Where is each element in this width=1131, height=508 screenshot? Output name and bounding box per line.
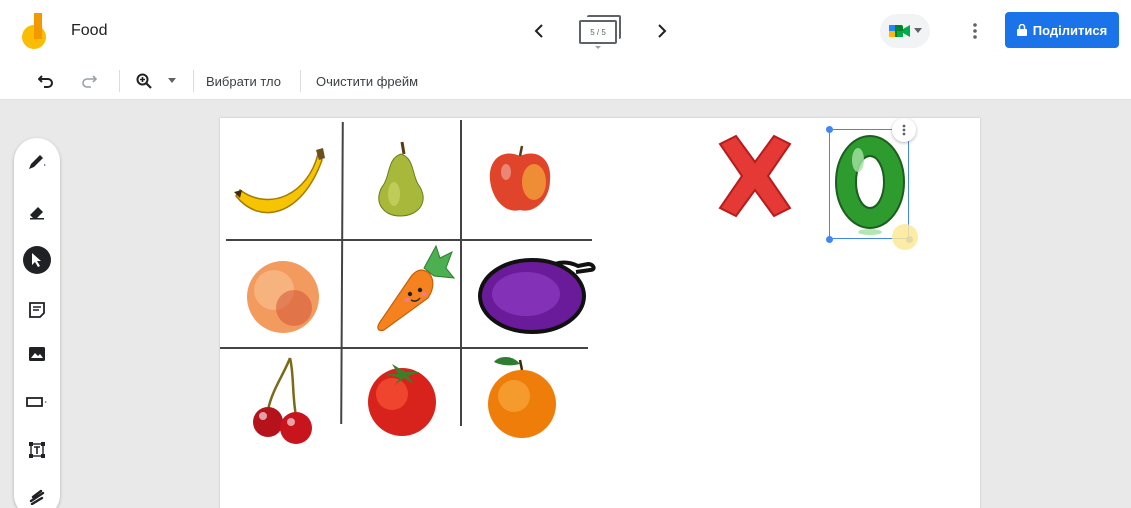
tool-rail xyxy=(14,138,60,508)
share-button[interactable]: Поділитися xyxy=(1005,12,1119,48)
resize-handle[interactable] xyxy=(826,236,833,243)
plum-image[interactable] xyxy=(478,246,604,336)
toolbar-divider xyxy=(193,70,194,92)
cursor-highlight xyxy=(892,224,918,250)
undo-button[interactable] xyxy=(34,70,58,92)
previous-frame-button[interactable] xyxy=(527,18,551,44)
text-box-tool-button[interactable] xyxy=(23,436,51,464)
tomato-image[interactable] xyxy=(362,358,442,438)
clear-frame-label: Очистити фрейм xyxy=(316,73,419,89)
more-options-button[interactable] xyxy=(965,18,985,44)
cherries-image[interactable] xyxy=(244,354,336,446)
grid-line-vertical xyxy=(340,121,344,425)
grid-line-vertical xyxy=(460,120,462,426)
caret-down-icon xyxy=(595,46,601,49)
x-mark-image[interactable] xyxy=(712,134,798,218)
image-tool-button[interactable] xyxy=(23,340,51,368)
rotate-handle[interactable] xyxy=(826,126,833,133)
carrot-image[interactable] xyxy=(370,242,456,334)
toolbar-divider xyxy=(300,70,301,92)
undo-icon xyxy=(38,75,53,88)
zoom-dropdown-button[interactable] xyxy=(165,70,179,92)
select-tool-button[interactable] xyxy=(23,246,51,274)
app-header: Food 5 / 5 Поділитися xyxy=(0,0,1131,62)
eraser-icon xyxy=(30,207,44,220)
pen-tool-button[interactable] xyxy=(23,148,51,176)
pen-icon xyxy=(29,155,46,169)
frame-counter-label: 5 / 5 xyxy=(579,20,617,44)
next-frame-button[interactable] xyxy=(650,18,674,44)
set-background-button[interactable]: Вибрати тло xyxy=(206,70,281,92)
meet-button[interactable] xyxy=(880,14,930,48)
chevron-right-icon xyxy=(658,24,667,38)
sticky-note-icon xyxy=(29,302,45,318)
pear-image[interactable] xyxy=(366,136,436,221)
shape-icon xyxy=(26,397,47,407)
banana-image[interactable] xyxy=(230,146,330,226)
selection-box xyxy=(829,129,909,239)
laser-tool-button[interactable] xyxy=(23,482,51,508)
zoom-icon xyxy=(136,73,152,89)
lock-icon xyxy=(1016,24,1027,36)
dropdown-icon xyxy=(168,78,176,83)
zoom-button[interactable] xyxy=(132,70,156,92)
apple-image[interactable] xyxy=(482,142,558,218)
share-button-label: Поділитися xyxy=(1032,22,1108,38)
document-title[interactable]: Food xyxy=(71,22,107,40)
jamboard-logo-icon[interactable] xyxy=(22,13,50,51)
select-icon xyxy=(32,253,41,267)
toolbar: Вибрати тло Очистити фрейм xyxy=(0,62,1131,100)
laser-icon xyxy=(29,489,45,505)
grid-line-horizontal xyxy=(220,347,588,349)
set-background-label: Вибрати тло xyxy=(206,73,282,89)
frame-bar-toggle[interactable]: 5 / 5 xyxy=(579,15,623,49)
redo-button[interactable] xyxy=(77,70,101,92)
text-box-icon xyxy=(29,442,45,458)
clear-frame-button[interactable]: Очистити фрейм xyxy=(316,70,418,92)
object-menu-button[interactable] xyxy=(892,118,916,142)
redo-icon xyxy=(82,75,97,88)
chevron-left-icon xyxy=(534,24,543,38)
google-meet-icon xyxy=(888,25,910,37)
board-canvas[interactable] xyxy=(220,118,980,508)
image-icon xyxy=(29,347,45,361)
peach-image[interactable] xyxy=(244,258,322,336)
toolbar-divider xyxy=(119,70,120,92)
orange-image[interactable] xyxy=(480,354,564,442)
jamboard-app: Food 5 / 5 Поділитися Вибрати тло Очисти… xyxy=(0,0,1131,508)
sticky-note-tool-button[interactable] xyxy=(23,296,51,324)
grid-line-horizontal xyxy=(226,239,592,241)
eraser-tool-button[interactable] xyxy=(23,198,51,226)
more-vert-icon xyxy=(973,23,977,39)
dropdown-arrow-icon xyxy=(913,28,922,33)
more-vert-icon xyxy=(902,124,906,136)
shape-tool-button[interactable] xyxy=(23,388,51,416)
